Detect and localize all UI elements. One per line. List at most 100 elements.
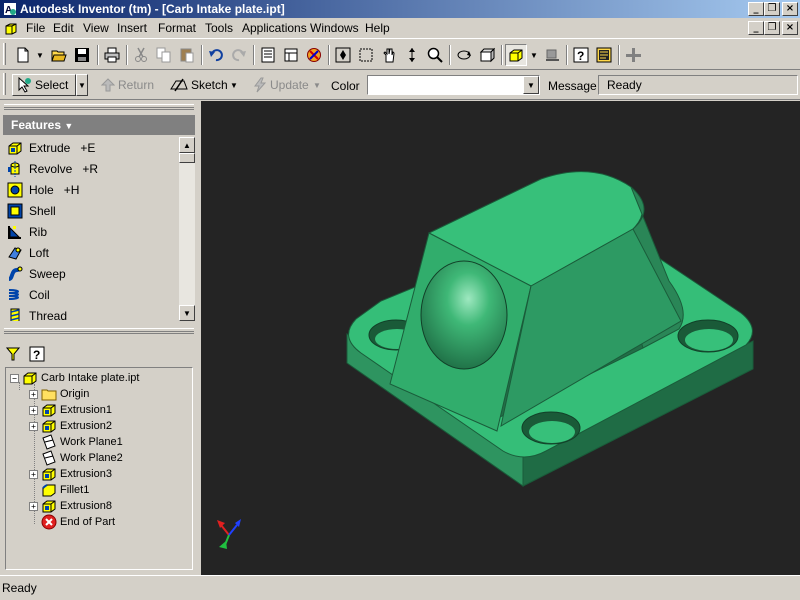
menu-windows[interactable]: Windows bbox=[310, 21, 359, 35]
tree-root-label: Carb Intake plate.ipt bbox=[41, 372, 140, 384]
command-bar-grip[interactable] bbox=[3, 73, 6, 95]
save-button[interactable] bbox=[71, 44, 93, 66]
tree-node-label: Extrusion1 bbox=[60, 404, 112, 416]
print-button[interactable] bbox=[101, 44, 123, 66]
new-button[interactable] bbox=[12, 44, 34, 66]
cut-button[interactable] bbox=[130, 44, 152, 66]
sketch-button[interactable]: Sketch bbox=[167, 74, 231, 96]
help-button[interactable]: ? bbox=[570, 44, 592, 66]
features-header[interactable]: Features ▼ bbox=[3, 115, 195, 135]
copy-button[interactable] bbox=[153, 44, 175, 66]
feature-label: Sweep bbox=[29, 267, 66, 281]
update-button[interactable]: Update bbox=[250, 74, 312, 96]
scroll-down-button[interactable]: ▼ bbox=[179, 305, 195, 321]
feature-revolve[interactable]: Revolve +R bbox=[7, 159, 98, 179]
expand-toggle[interactable]: + bbox=[29, 469, 38, 479]
part-document-icon[interactable] bbox=[3, 21, 18, 36]
expand-toggle[interactable]: + bbox=[29, 405, 38, 415]
menu-view[interactable]: View bbox=[83, 21, 109, 35]
look-at-button[interactable] bbox=[476, 44, 498, 66]
feature-extrude[interactable]: Extrude +E bbox=[7, 138, 95, 158]
menu-format[interactable]: Format bbox=[158, 21, 196, 35]
color-select[interactable]: ▼ bbox=[367, 75, 540, 95]
shaded-display-button[interactable] bbox=[505, 44, 527, 66]
status-text: Ready bbox=[2, 581, 37, 595]
feature-sweep[interactable]: Sweep bbox=[7, 264, 66, 284]
color-select-arrow[interactable]: ▼ bbox=[523, 76, 539, 94]
feature-rib[interactable]: Rib bbox=[7, 222, 47, 242]
feature-hole[interactable]: Hole +H bbox=[7, 180, 79, 200]
new-dropdown-arrow[interactable]: ▼ bbox=[34, 49, 46, 61]
minimize-button[interactable]: _ bbox=[748, 2, 764, 16]
tree-node-fillet1[interactable]: Fillet1 bbox=[41, 482, 89, 498]
tree-node-origin[interactable]: + Origin bbox=[29, 386, 89, 402]
zoom-window-select-button[interactable] bbox=[355, 44, 377, 66]
browser-help-button[interactable]: ? bbox=[28, 345, 46, 363]
end-of-part-icon bbox=[41, 514, 57, 530]
panel-bar-grip[interactable] bbox=[4, 104, 194, 110]
collapse-toggle[interactable]: − bbox=[10, 373, 19, 383]
scroll-up-button[interactable]: ▲ bbox=[179, 137, 195, 153]
add-button[interactable] bbox=[622, 44, 644, 66]
restore-button[interactable]: ❐ bbox=[764, 2, 780, 16]
macro-button[interactable] bbox=[593, 44, 615, 66]
expand-toggle[interactable]: + bbox=[29, 501, 38, 511]
rotate-button[interactable] bbox=[453, 44, 475, 66]
tree-node-extrusion8[interactable]: + Extrusion8 bbox=[29, 498, 112, 514]
zoom-all-button[interactable] bbox=[257, 44, 279, 66]
command-bar: Select ▼ Return Sketch ▼ Update ▼ Color … bbox=[0, 70, 800, 100]
scroll-thumb[interactable] bbox=[179, 153, 195, 163]
feature-shell[interactable]: Shell bbox=[7, 201, 56, 221]
expand-toggle[interactable]: + bbox=[29, 421, 38, 431]
zoom-in-out-button[interactable] bbox=[401, 44, 423, 66]
doc-minimize-button[interactable]: _ bbox=[748, 21, 764, 35]
tree-node-end-of-part[interactable]: End of Part bbox=[41, 514, 115, 530]
menu-tools[interactable]: Tools bbox=[205, 21, 233, 35]
menu-help[interactable]: Help bbox=[365, 21, 390, 35]
menu-edit[interactable]: Edit bbox=[53, 21, 74, 35]
update-dropdown-arrow[interactable]: ▼ bbox=[311, 74, 323, 96]
tree-node-workplane1[interactable]: Work Plane1 bbox=[41, 434, 123, 450]
pan-button[interactable] bbox=[378, 44, 400, 66]
zoom-window-button[interactable] bbox=[280, 44, 302, 66]
return-button[interactable]: Return bbox=[98, 74, 157, 96]
doc-restore-button[interactable]: ❐ bbox=[764, 21, 780, 35]
select-button[interactable]: Select bbox=[12, 74, 76, 96]
menu-applications[interactable]: Applications bbox=[242, 21, 307, 35]
zoom-extents-button[interactable] bbox=[332, 44, 354, 66]
filter-button[interactable] bbox=[4, 345, 22, 363]
zoom-selected-button[interactable] bbox=[424, 44, 446, 66]
feature-label: Hole bbox=[29, 183, 54, 197]
graphics-viewport[interactable] bbox=[201, 101, 800, 575]
menu-file[interactable]: File bbox=[26, 21, 45, 35]
paste-button[interactable] bbox=[176, 44, 198, 66]
feature-label: Thread bbox=[29, 309, 68, 321]
open-button[interactable] bbox=[48, 44, 70, 66]
zoom-button[interactable] bbox=[303, 44, 325, 66]
feature-coil[interactable]: Coil bbox=[7, 285, 50, 305]
feature-thread[interactable]: Thread bbox=[7, 306, 67, 321]
expand-toggle[interactable]: + bbox=[29, 389, 38, 399]
features-scrollbar[interactable]: ▲ ▼ bbox=[179, 137, 195, 321]
tree-node-label: Work Plane2 bbox=[60, 452, 123, 464]
toolbar-grip[interactable] bbox=[3, 43, 6, 65]
undo-button[interactable] bbox=[205, 44, 227, 66]
tree-node-extrusion2[interactable]: + Extrusion2 bbox=[29, 418, 112, 434]
close-button[interactable]: × bbox=[782, 2, 798, 16]
doc-close-button[interactable]: × bbox=[782, 21, 798, 35]
tree-node-extrusion3[interactable]: + Extrusion3 bbox=[29, 466, 112, 482]
tree-root[interactable]: − Carb Intake plate.ipt bbox=[10, 370, 139, 386]
menu-insert[interactable]: Insert bbox=[117, 21, 147, 35]
select-dropdown-arrow[interactable]: ▼ bbox=[76, 74, 88, 96]
ground-shadow-button[interactable] bbox=[541, 44, 563, 66]
inventor-app-icon[interactable]: A bbox=[3, 2, 17, 16]
tree-node-extrusion1[interactable]: + Extrusion1 bbox=[29, 402, 112, 418]
tree-node-workplane2[interactable]: Work Plane2 bbox=[41, 450, 123, 466]
sketch-dropdown-arrow[interactable]: ▼ bbox=[228, 74, 240, 96]
redo-button[interactable] bbox=[228, 44, 250, 66]
part-model[interactable] bbox=[201, 101, 800, 575]
feature-loft[interactable]: Loft bbox=[7, 243, 49, 263]
rib-icon bbox=[8, 226, 21, 239]
browser-grip[interactable] bbox=[4, 328, 194, 334]
display-dropdown-arrow[interactable]: ▼ bbox=[528, 49, 540, 61]
